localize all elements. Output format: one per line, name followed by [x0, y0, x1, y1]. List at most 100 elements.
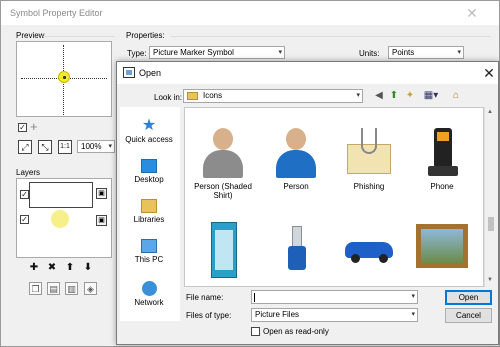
framed-picture-icon: [416, 222, 468, 274]
zoom-value: 100%: [81, 142, 102, 151]
scroll-down-icon[interactable]: ▼: [487, 277, 493, 283]
layer1-lock-icon[interactable]: ▣: [96, 188, 107, 199]
look-in-select[interactable]: Icons ▾: [183, 89, 363, 103]
desktop-icon: [141, 159, 157, 173]
star-icon: ★: [141, 117, 157, 134]
layer2-marker-preview: [51, 210, 69, 228]
phone-icon: [416, 126, 468, 178]
place-libraries[interactable]: Libraries: [120, 197, 178, 231]
place-label: Network: [134, 298, 164, 307]
open-titlebar: Open ✕: [117, 62, 498, 84]
file-name-label: File name:: [186, 293, 224, 302]
file-list[interactable]: Person (Shaded Shirt) Person Phishing Ph…: [184, 107, 484, 287]
type-value: Picture Marker Symbol: [153, 48, 234, 57]
copy-layer-icon[interactable]: ❐: [29, 282, 42, 295]
type-label: Type:: [127, 49, 147, 58]
duplicate-layer-icon[interactable]: ▥: [65, 282, 78, 295]
actual-size-icon[interactable]: 1:1: [58, 140, 72, 154]
chevron-down-icon: ▾: [356, 92, 360, 99]
file-label: Phone: [430, 182, 454, 191]
wheel-shape: [351, 254, 360, 263]
booth-glass-shape: [215, 230, 233, 270]
zoom-in-icon[interactable]: ⤡: [38, 140, 52, 154]
fit-extent-icon[interactable]: ⤢: [18, 140, 32, 154]
wheel-shape: [379, 254, 388, 263]
view-menu-icon[interactable]: ▦▾: [421, 90, 441, 102]
usb-drive-icon: [270, 222, 322, 274]
look-in-label: Look in:: [154, 93, 183, 102]
person-icon: [270, 126, 322, 178]
layer1-visible-checkbox[interactable]: ✓: [20, 190, 29, 199]
file-item[interactable]: Person (Shaded Shirt): [191, 118, 255, 213]
network-icon: [141, 281, 157, 296]
type-select[interactable]: Picture Marker Symbol ▾: [149, 46, 285, 59]
file-item[interactable]: Phishing: [337, 118, 401, 213]
place-desktop[interactable]: Desktop: [120, 157, 178, 191]
chevron-down-icon: ▾: [411, 293, 415, 300]
properties-group-line: [171, 36, 491, 37]
layers-label: Layers: [16, 168, 41, 177]
file-item[interactable]: Phone: [410, 118, 474, 213]
file-label: Person (Shaded Shirt): [194, 182, 252, 200]
file-list-scrollbar[interactable]: ▲ ▼: [484, 107, 496, 287]
head-shape: [213, 128, 233, 150]
place-quick-access[interactable]: ★ Quick access: [120, 117, 178, 151]
home-icon[interactable]: ⌂: [450, 90, 462, 102]
layer2-visible-checkbox[interactable]: ✓: [20, 215, 29, 224]
usb-connector-shape: [292, 226, 302, 248]
place-this-pc[interactable]: This PC: [120, 237, 178, 271]
editor-titlebar: Symbol Property Editor ✕: [1, 1, 499, 25]
shirt-shape: [203, 150, 243, 178]
chevron-down-icon: ▾: [108, 143, 112, 150]
chevron-down-icon: ▾: [278, 49, 282, 56]
new-folder-icon[interactable]: ✦: [404, 90, 416, 102]
files-of-type-value: Picture Files: [255, 310, 300, 319]
paste-layer-icon[interactable]: ▤: [47, 282, 60, 295]
place-network[interactable]: Network: [120, 279, 178, 313]
add-layer-icon[interactable]: ✚: [27, 261, 41, 275]
scrollbar-thumb[interactable]: [488, 217, 494, 231]
scroll-up-icon[interactable]: ▲: [487, 109, 493, 115]
file-name-input[interactable]: ▾: [251, 290, 418, 304]
editor-close-icon[interactable]: ✕: [463, 4, 481, 22]
head-shape: [286, 128, 306, 150]
units-value: Points: [392, 48, 415, 57]
file-label: Person: [283, 182, 309, 191]
open-close-icon[interactable]: ✕: [481, 65, 497, 81]
layer-item-picture-marker[interactable]: [29, 182, 93, 208]
units-label: Units:: [359, 49, 380, 58]
phishing-icon: [343, 126, 395, 178]
computer-icon: [141, 239, 157, 253]
file-item[interactable]: Person: [264, 118, 328, 213]
text-caret: [254, 293, 255, 302]
read-only-label: Open as read-only: [263, 327, 329, 336]
file-label: Phishing: [353, 182, 385, 191]
window-app-icon: [123, 67, 135, 78]
properties-label: Properties:: [126, 31, 165, 40]
open-button[interactable]: Open: [445, 290, 492, 305]
place-label: Libraries: [133, 215, 165, 224]
preview-crosshair-icon[interactable]: +: [30, 119, 38, 134]
preview-marker-symbol: [58, 71, 70, 83]
zoom-select[interactable]: 100% ▾: [77, 140, 115, 153]
edit-layer-icon[interactable]: ◈: [84, 282, 97, 295]
preview-group-line: [43, 36, 115, 37]
units-select[interactable]: Points ▾: [388, 46, 464, 59]
phone-booth-icon: [197, 222, 249, 278]
preview-grid-checkbox[interactable]: ✓: [18, 123, 27, 132]
layer2-lock-icon[interactable]: ▣: [96, 215, 107, 226]
files-of-type-select[interactable]: Picture Files ▾: [251, 308, 418, 322]
preview-label: Preview: [16, 31, 45, 40]
up-folder-icon[interactable]: ⬆: [388, 90, 400, 102]
move-layer-up-icon[interactable]: ⬆: [63, 261, 77, 275]
hook-shape: [361, 128, 377, 154]
cancel-button[interactable]: Cancel: [445, 308, 492, 323]
move-layer-down-icon[interactable]: ⬇: [81, 261, 95, 275]
files-of-type-label: Files of type:: [186, 311, 232, 320]
folder-icon: [187, 92, 198, 100]
back-icon[interactable]: ◀: [373, 90, 385, 102]
place-label: Quick access: [125, 135, 173, 144]
remove-layer-icon[interactable]: ✖: [45, 261, 59, 275]
look-in-value: Icons: [203, 91, 223, 100]
read-only-checkbox[interactable]: [251, 327, 260, 336]
